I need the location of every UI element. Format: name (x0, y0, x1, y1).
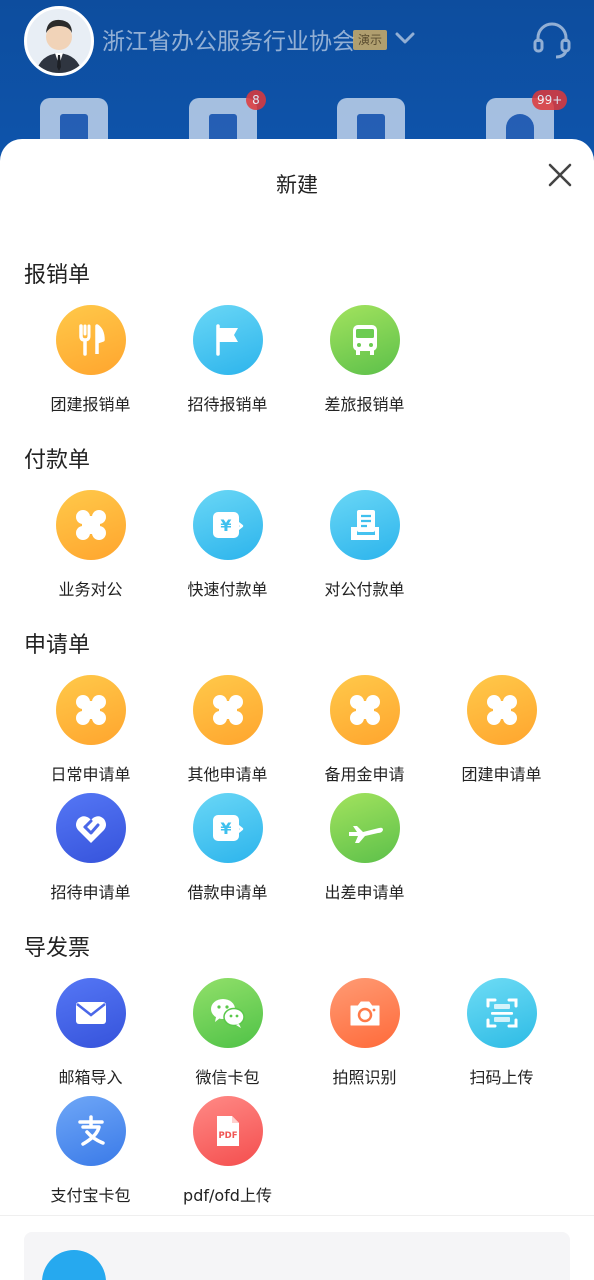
menu-item[interactable]: 微信卡包 (159, 978, 296, 1088)
section-title: 申请单 (24, 633, 91, 658)
svg-text:PDF: PDF (218, 1131, 237, 1141)
demo-badge: 演示 (353, 30, 388, 50)
svg-text:¥: ¥ (220, 819, 231, 838)
menu-item[interactable]: 支付宝卡包 (22, 1096, 159, 1206)
clover-icon (466, 675, 537, 745)
clover-icon (55, 490, 126, 560)
close-icon[interactable] (546, 161, 574, 189)
menu-item[interactable]: ¥ 快速付款单 (159, 490, 296, 600)
yen-note-icon: ¥ (192, 793, 263, 863)
svg-text:¥: ¥ (220, 516, 231, 535)
menu-item-label: 团建报销单 (50, 395, 131, 414)
menu-item-label: 快速付款单 (187, 580, 268, 599)
section-title: 导发票 (24, 936, 91, 961)
menu-item[interactable]: 邮箱导入 (22, 978, 159, 1088)
menu-item[interactable]: 备用金申请 (296, 675, 433, 785)
menu-item[interactable]: 差旅报销单 (296, 305, 433, 415)
app-icon (42, 1250, 106, 1280)
menu-item-label: 出差申请单 (324, 883, 405, 902)
menu-item-label: 扫码上传 (469, 1068, 534, 1087)
notification-badge: 8 (246, 90, 266, 110)
org-name[interactable]: 浙江省办公服务行业协会 (102, 22, 355, 56)
airplane-icon (329, 793, 400, 863)
divider (0, 1215, 594, 1216)
pdf-file-icon: PDF (192, 1096, 263, 1166)
menu-item-label: 对公付款单 (324, 580, 405, 599)
menu-item[interactable]: ¥ 借款申请单 (159, 793, 296, 903)
menu-item-label: 拍照识别 (332, 1068, 397, 1087)
menu-item[interactable]: 日常申请单 (22, 675, 159, 785)
yen-note-icon: ¥ (192, 490, 263, 560)
menu-item[interactable]: 团建申请单 (433, 675, 570, 785)
menu-item-label: 日常申请单 (50, 765, 131, 784)
handshake-heart-icon (55, 793, 126, 863)
new-item-sheet: 新建 报销单团建报销单 招待报销单 差旅报销单付款单业务对公 ¥ 快速付款单 对公付款单申… (0, 139, 594, 1280)
menu-item[interactable]: 拍照识别 (296, 978, 433, 1088)
menu-item[interactable]: 扫码上传 (433, 978, 570, 1088)
menu-item[interactable]: 出差申请单 (296, 793, 433, 903)
menu-item-label: 团建申请单 (461, 765, 542, 784)
bottom-card[interactable] (24, 1232, 570, 1280)
section-title: 报销单 (24, 263, 91, 288)
menu-item-label: pdf/ofd上传 (183, 1186, 272, 1205)
menu-item-label: 借款申请单 (187, 883, 268, 902)
user-avatar-icon (35, 19, 83, 73)
scan-icon (466, 978, 537, 1048)
document-tray-icon (329, 490, 400, 560)
headset-icon[interactable] (530, 18, 574, 62)
chevron-down-icon[interactable] (394, 26, 416, 50)
menu-item[interactable]: 对公付款单 (296, 490, 433, 600)
menu-item[interactable]: 招待申请单 (22, 793, 159, 903)
clover-icon (329, 675, 400, 745)
menu-item-label: 招待申请单 (50, 883, 131, 902)
menu-item-label: 招待报销单 (187, 395, 268, 414)
bus-icon (329, 305, 400, 375)
mail-icon (55, 978, 126, 1048)
camera-icon (329, 978, 400, 1048)
menu-item-label: 业务对公 (58, 580, 123, 599)
menu-item-label: 备用金申请 (324, 765, 405, 784)
menu-item-label: 差旅报销单 (324, 395, 405, 414)
clover-icon (55, 675, 126, 745)
fork-knife-icon (55, 305, 126, 375)
menu-item[interactable]: PDF pdf/ofd上传 (159, 1096, 296, 1206)
clover-icon (192, 675, 263, 745)
section-title: 付款单 (24, 448, 91, 473)
flag-icon (192, 305, 263, 375)
avatar[interactable] (24, 6, 94, 76)
menu-item-label: 其他申请单 (187, 765, 268, 784)
alipay-icon (55, 1096, 126, 1166)
menu-item-label: 微信卡包 (195, 1068, 260, 1087)
menu-item[interactable]: 其他申请单 (159, 675, 296, 785)
sheet-title: 新建 (276, 173, 318, 197)
notification-badge: 99+ (532, 90, 568, 110)
menu-item-label: 邮箱导入 (58, 1068, 123, 1087)
menu-item[interactable]: 业务对公 (22, 490, 159, 600)
wechat-icon (192, 978, 263, 1048)
menu-item[interactable]: 招待报销单 (159, 305, 296, 415)
menu-item-label: 支付宝卡包 (50, 1186, 131, 1205)
menu-item[interactable]: 团建报销单 (22, 305, 159, 415)
